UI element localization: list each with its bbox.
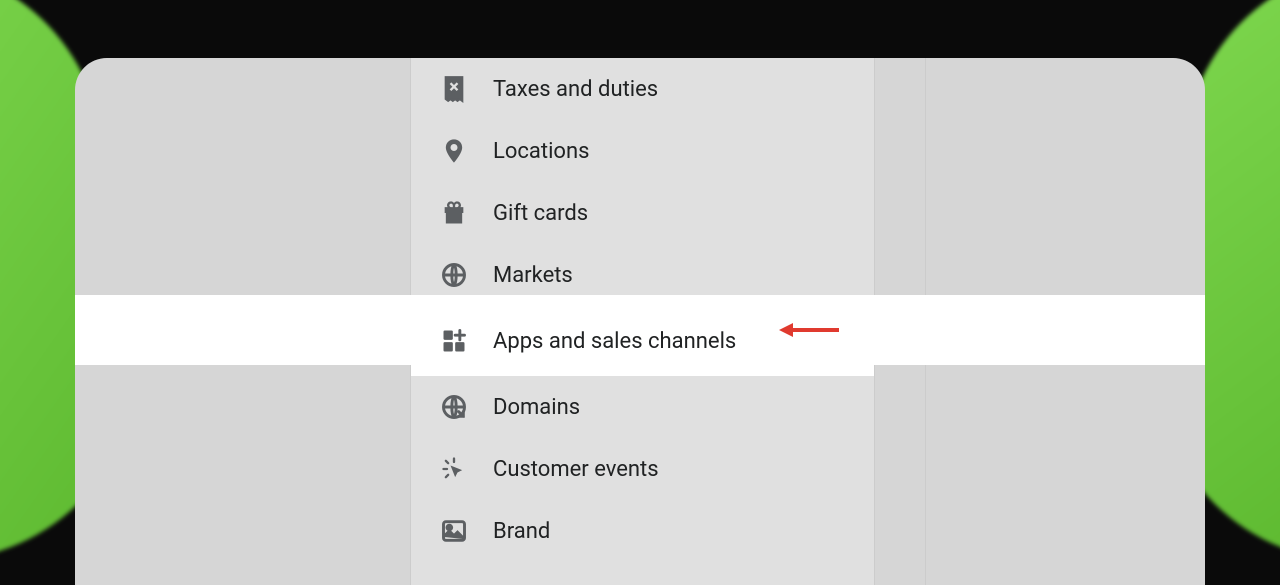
gift-icon	[439, 198, 469, 228]
sidebar-item-label: Locations	[493, 139, 589, 164]
sidebar-item-label: Customer events	[493, 457, 659, 482]
settings-panel: Taxes and duties Locations Gift cards	[75, 58, 1205, 585]
sidebar-item-label: Apps and sales channels	[493, 329, 736, 354]
globe-arrow-icon	[439, 392, 469, 422]
sidebar-item-events[interactable]: Customer events	[411, 438, 874, 500]
sidebar-item-brand[interactable]: Brand	[411, 500, 874, 562]
image-icon	[439, 516, 469, 546]
receipt-icon	[439, 74, 469, 104]
settings-menu-list: Taxes and duties Locations Gift cards	[411, 58, 874, 562]
sidebar-item-label: Domains	[493, 395, 580, 420]
cursor-click-icon	[439, 454, 469, 484]
sidebar-item-label: Gift cards	[493, 201, 588, 226]
location-icon	[439, 136, 469, 166]
sidebar-item-label: Taxes and duties	[493, 77, 658, 102]
sidebar-item-label: Markets	[493, 263, 573, 288]
sidebar-item-taxes[interactable]: Taxes and duties	[411, 58, 874, 120]
globe-icon	[439, 260, 469, 290]
sidebar-item-label: Brand	[493, 519, 550, 544]
sidebar-item-domains[interactable]: Domains	[411, 376, 874, 438]
apps-icon	[439, 326, 469, 356]
sidebar-item-giftcards[interactable]: Gift cards	[411, 182, 874, 244]
sidebar-item-markets[interactable]: Markets	[411, 244, 874, 306]
annotation-arrow	[777, 318, 841, 342]
sidebar-item-locations[interactable]: Locations	[411, 120, 874, 182]
